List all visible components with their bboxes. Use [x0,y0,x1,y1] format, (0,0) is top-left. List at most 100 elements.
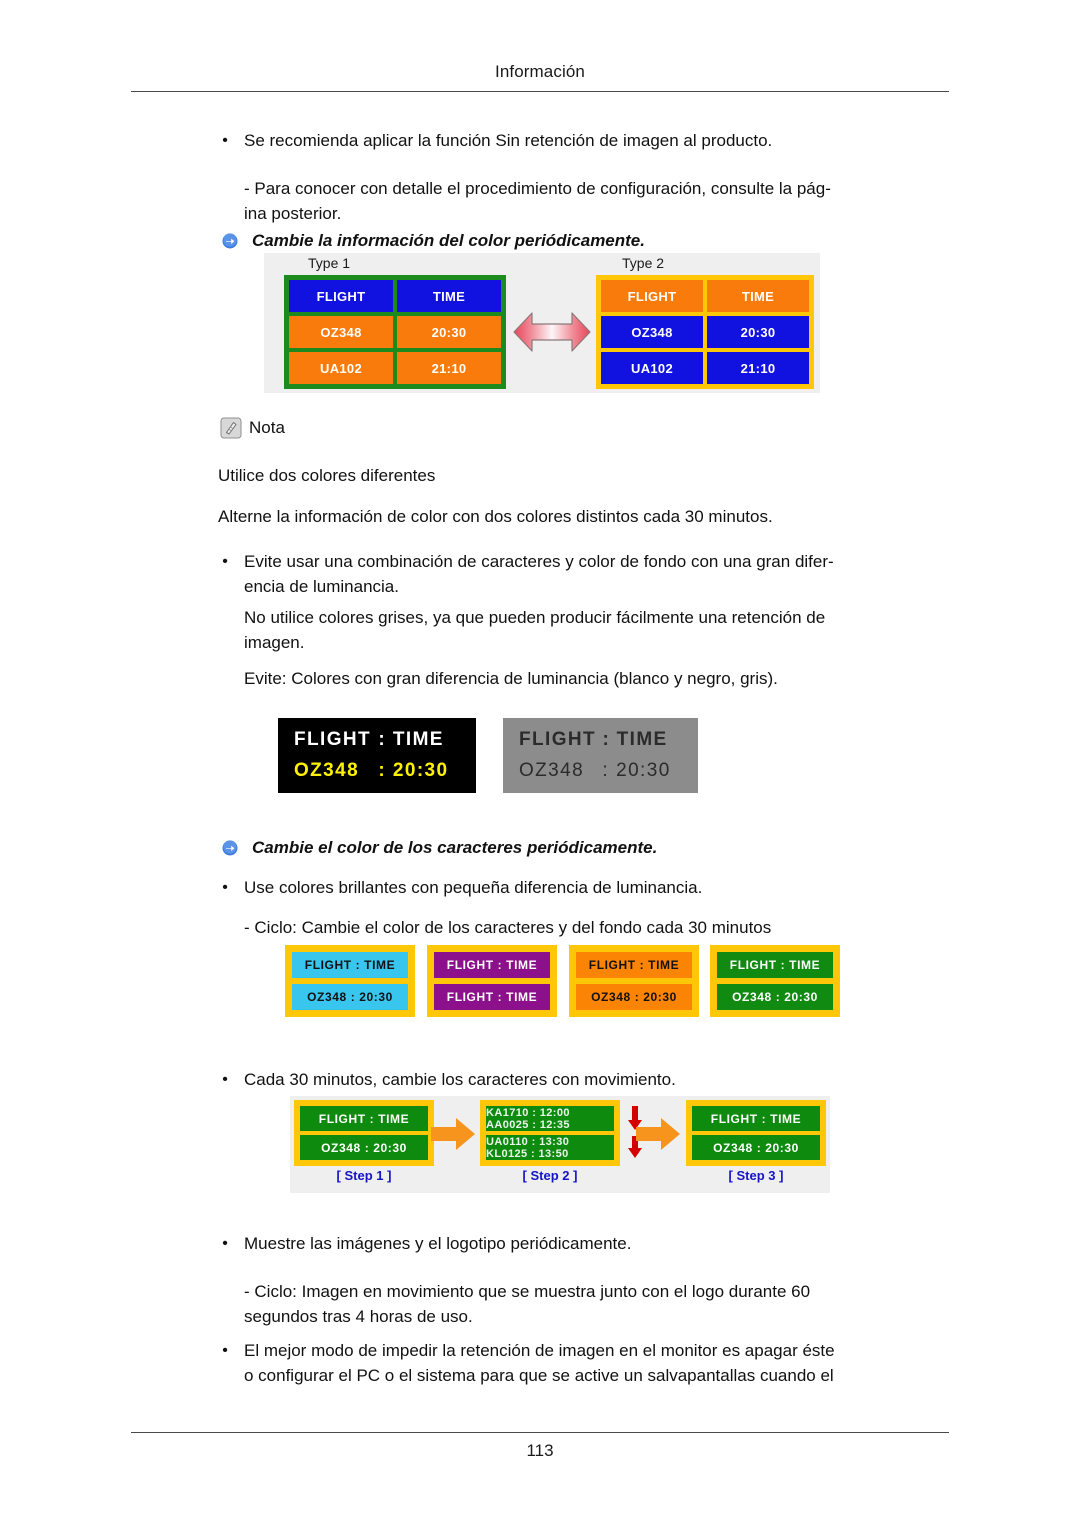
cyan-panel: FLIGHT : TIME OZ348 : 20:30 [285,945,415,1017]
bullet-item-1-sub: - Para conocer con detalle el procedimie… [244,176,934,226]
bullet-item-1-sub-line2: ina posterior. [244,204,342,223]
note-pencil-icon [220,417,242,439]
step-2-panel: KA1710 : 12:00 AA0025 : 12:35 UA0110 : 1… [480,1100,620,1166]
green-panel-row-2: OZ348 : 20:30 [717,984,833,1010]
bullet-glyph: • [222,132,228,149]
orange-arrow-right-icon-2 [635,1116,681,1152]
type2-header-flight: FLIGHT [601,280,703,312]
bullet-item-2-sub-2-text: Evite: Colores con gran diferencia de lu… [244,669,778,688]
bullet-item-2-sub-1-line1: No utilice colores grises, ya que pueden… [244,608,826,627]
note-line-1-text: Utilice dos colores diferentes [218,466,436,485]
figure-color-information: Type 1 Type 2 FLIGHT TIME OZ348 20:30 UA… [264,253,820,393]
black-panel-row-1-label: FLIGHT [294,729,371,750]
gray-panel-row-2-value: 20:30 [616,760,671,781]
cyan-panel-row-2: OZ348 : 20:30 [292,984,408,1010]
section-heading-color-info: Cambie la información del color periódic… [222,229,645,253]
bullet-item-3-text: Use colores brillantes con pequeña difer… [244,878,703,897]
gray-panel-row-1-label: FLIGHT [519,729,596,750]
step-1-row-1: FLIGHT : TIME [300,1106,428,1131]
bullet-glyph: • [222,879,228,896]
bullet-item-2-sub-2: Evite: Colores con gran diferencia de lu… [244,666,934,691]
note-block: Nota [220,417,285,439]
bullet-glyph: • [222,1071,228,1088]
black-panel-row-2-sep: : [378,760,387,781]
step-1-panel: FLIGHT : TIME OZ348 : 20:30 [294,1100,434,1166]
step-1-row-2: OZ348 : 20:30 [300,1135,428,1160]
cyan-panel-row-1: FLIGHT : TIME [292,952,408,978]
purple-panel-row-2: FLIGHT : TIME [434,984,550,1010]
type2-row1-time: 20:30 [707,316,809,348]
type2-panel: FLIGHT TIME OZ348 20:30 UA102 21:10 [596,275,814,389]
purple-panel-row-1: FLIGHT : TIME [434,952,550,978]
orange-arrow-right-icon-1 [430,1116,476,1152]
step-2-row-2-line-a: UA0110 : 13:30 [486,1136,570,1148]
step-2-row-1-line-a: KA1710 : 12:00 [486,1107,570,1119]
type1-header-time: TIME [397,280,501,312]
bullet-item-1-text: Se recomienda aplicar la función Sin ret… [244,131,773,150]
type1-row2-time: 21:10 [397,352,501,384]
note-line-2-text: Alterne la información de color con dos … [218,507,773,526]
black-panel-row-1-value: TIME [392,729,444,750]
bullet-glyph: • [222,553,228,570]
bullet-item-5-sub-line1: - Ciclo: Imagen en movimiento que se mue… [244,1282,811,1301]
black-panel-row-2-label: OZ348 [294,760,360,781]
bullet-item-5-sub: - Ciclo: Imagen en movimiento que se mue… [244,1279,934,1329]
black-panel-row-1-sep: : [378,729,387,750]
step-1-caption: [ Step 1 ] [336,1168,392,1183]
bullet-item-2: • Evite usar una combinación de caracter… [218,549,918,599]
step-3-caption: [ Step 3 ] [728,1168,784,1183]
gray-panel-row-2-sep: : [602,760,610,781]
bullet-glyph: • [222,1342,228,1359]
bullet-item-2-sub-1: No utilice colores grises, ya que pueden… [244,605,934,655]
bullet-item-2-line1: Evite usar una combinación de caracteres… [244,552,834,571]
bullet-item-5-text: Muestre las imágenes y el logotipo perió… [244,1234,632,1253]
gray-panel-row-1-sep: : [602,729,611,750]
section-heading-char-color: Cambie el color de los caracteres periód… [222,836,657,860]
type1-row2-flight: UA102 [289,352,393,384]
note-label: Nota [249,418,285,437]
orange-panel-row-1: FLIGHT : TIME [576,952,692,978]
gray-panel: FLIGHT : TIME OZ348 : 20:30 [503,718,698,793]
type1-header-flight: FLIGHT [289,280,393,312]
bullet-item-3-sub-text: - Ciclo: Cambie el color de los caracter… [244,918,772,937]
type2-header-time: TIME [707,280,809,312]
gray-panel-row-2-label: OZ348 [519,760,585,781]
note-line-2: Alterne la información de color con dos … [218,504,938,529]
header-divider [131,91,949,92]
type1-panel: FLIGHT TIME OZ348 20:30 UA102 21:10 [284,275,506,389]
figure-moving-characters-steps: FLIGHT : TIME OZ348 : 20:30 [ Step 1 ] K… [290,1096,830,1193]
bullet-item-5: • Muestre las imágenes y el logotipo per… [218,1231,918,1256]
bullet-item-6-line1: El mejor modo de impedir la retención de… [244,1341,835,1360]
step-2-row-2: UA0110 : 13:30 KL0125 : 13:50 [486,1135,614,1160]
section-heading-char-color-text: Cambie el color de los caracteres periód… [252,838,658,857]
footer-divider [131,1432,949,1433]
type1-row1-time: 20:30 [397,316,501,348]
type2-label: Type 2 [622,255,665,271]
gray-panel-row-2: OZ348 : 20:30 [519,760,682,782]
gray-panel-row-1: FLIGHT : TIME [519,729,682,751]
bullet-item-6: • El mejor modo de impedir la retención … [218,1338,918,1388]
page-header-title: Información [495,62,585,81]
type2-row1-flight: OZ348 [601,316,703,348]
document-page: Información • Se recomienda aplicar la f… [0,0,1080,1527]
gray-panel-row-1-value: TIME [616,729,668,750]
type2-row2-time: 21:10 [707,352,809,384]
bullet-item-1-sub-line1: - Para conocer con detalle el procedimie… [244,179,831,198]
orange-panel: FLIGHT : TIME OZ348 : 20:30 [569,945,699,1017]
double-headed-arrow-icon [512,305,592,359]
blue-arrow-bullet-icon [222,232,238,249]
bullet-glyph: • [222,1235,228,1252]
black-panel: FLIGHT : TIME OZ348 : 20:30 [278,718,476,793]
bullet-item-2-line2: encia de luminancia. [244,577,399,596]
black-panel-row-1: FLIGHT : TIME [294,729,460,751]
purple-panel: FLIGHT : TIME FLIGHT : TIME [427,945,557,1017]
step-3-row-1: FLIGHT : TIME [692,1106,820,1131]
step-2-row-1: KA1710 : 12:00 AA0025 : 12:35 [486,1106,614,1131]
page-number: 113 [526,1441,554,1460]
type1-label: Type 1 [308,255,351,271]
type1-row1-flight: OZ348 [289,316,393,348]
figure-luminance-examples: FLIGHT : TIME OZ348 : 20:30 FLIGHT : TIM… [278,718,698,798]
bullet-item-3-sub: - Ciclo: Cambie el color de los caracter… [244,915,944,940]
step-2-caption: [ Step 2 ] [522,1168,578,1183]
step-2-row-2-line-b: KL0125 : 13:50 [486,1148,569,1160]
